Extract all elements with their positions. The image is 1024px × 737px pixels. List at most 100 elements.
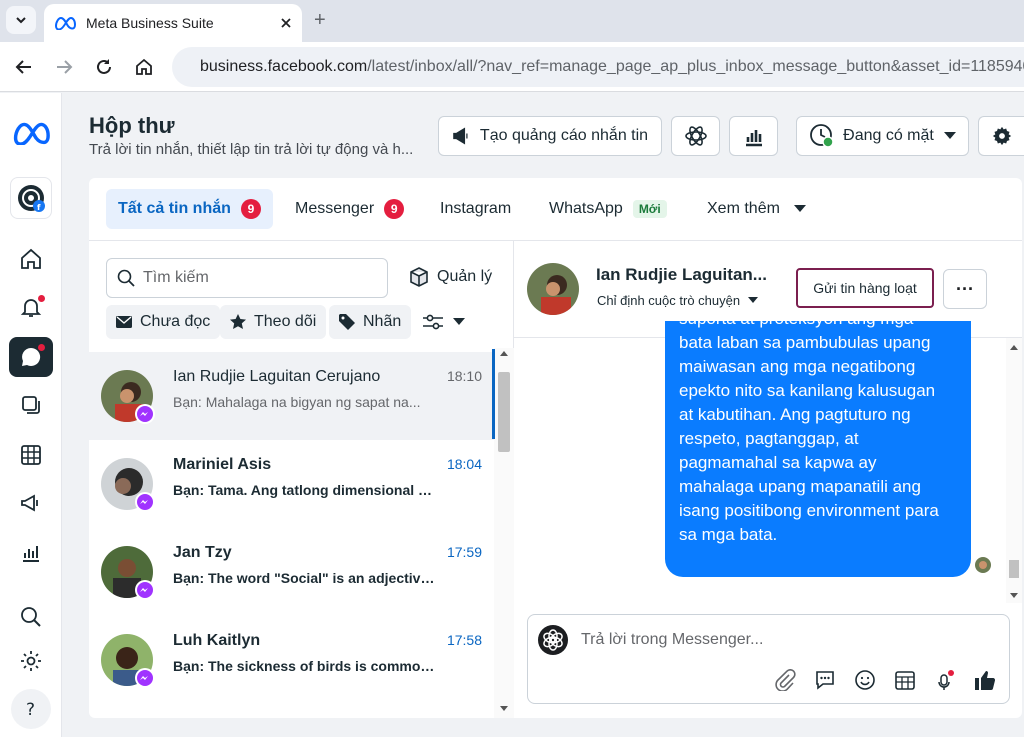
search-input[interactable]: Tìm kiếm bbox=[106, 258, 388, 298]
sliders-icon bbox=[423, 314, 443, 330]
conversation-item[interactable]: Jan Tzy Bạn: The word "Social" is an adj… bbox=[89, 528, 494, 616]
attach-button[interactable] bbox=[773, 668, 797, 692]
messenger-count-badge: 9 bbox=[384, 199, 405, 219]
messenger-badge bbox=[135, 668, 155, 688]
scrollbar-thumb[interactable] bbox=[498, 372, 510, 452]
contact-photo-icon bbox=[975, 557, 991, 573]
manage-button[interactable]: Quản lý bbox=[409, 267, 492, 287]
filter-options-button[interactable] bbox=[413, 305, 475, 339]
home-button[interactable] bbox=[132, 55, 156, 79]
message-line: isang positibong environment para bbox=[679, 501, 939, 520]
meta-logo-icon bbox=[54, 16, 76, 30]
page-subtitle: Trả lời tin nhắn, thiết lập tin trả lời … bbox=[89, 141, 414, 158]
scroll-up-icon[interactable] bbox=[1006, 342, 1022, 352]
forward-button[interactable] bbox=[52, 55, 76, 79]
tab-search-button[interactable] bbox=[6, 6, 36, 34]
avatar[interactable] bbox=[527, 263, 579, 315]
filter-labels[interactable]: Nhãn bbox=[329, 305, 412, 339]
chevron-down-icon bbox=[16, 17, 26, 24]
message-time: 18:10 bbox=[446, 368, 482, 384]
conversation-item[interactable]: Mariniel Asis Bạn: Tama. Ang tatlong dim… bbox=[89, 440, 494, 528]
conversation-list-scrollbar[interactable] bbox=[494, 348, 514, 718]
voice-message-button[interactable] bbox=[933, 668, 957, 692]
chat-contact-name[interactable]: Ian Rudjie Laguitan... bbox=[596, 265, 767, 285]
contact-name: Jan Tzy bbox=[173, 544, 232, 561]
tab-instagram[interactable]: Instagram bbox=[428, 189, 523, 229]
inbox-insights-button[interactable] bbox=[729, 116, 778, 156]
page-title: Hộp thư bbox=[89, 113, 175, 138]
tab-all-messages[interactable]: Tất cả tin nhắn 9 bbox=[106, 189, 273, 229]
availability-status-label: Đang có mặt bbox=[843, 127, 934, 144]
filter-unread[interactable]: Chưa đọc bbox=[106, 305, 221, 339]
reply-composer[interactable]: Trả lời trong Messenger... bbox=[527, 614, 1010, 704]
availability-status-button[interactable]: Đang có mặt bbox=[796, 116, 969, 156]
chat-pane: Ian Rudjie Laguitan... Chỉ định cuộc trò… bbox=[514, 241, 1022, 718]
filter-follow-up[interactable]: Theo dõi bbox=[220, 305, 327, 339]
message-preview: Bạn: The sickness of birds is commonly..… bbox=[173, 658, 438, 674]
nav-planner[interactable] bbox=[9, 435, 53, 475]
nav-content[interactable] bbox=[9, 385, 53, 425]
more-options-button[interactable]: ··· bbox=[943, 269, 987, 309]
scroll-down-icon[interactable] bbox=[1006, 591, 1022, 601]
unread-count-badge: 9 bbox=[240, 199, 261, 219]
nav-search[interactable] bbox=[9, 597, 53, 637]
tab-instagram-label: Instagram bbox=[440, 200, 512, 217]
meta-home-logo[interactable] bbox=[9, 113, 53, 153]
tab-see-more-label: Xem thêm bbox=[707, 200, 780, 217]
ai-assistant-icon[interactable] bbox=[538, 625, 568, 655]
tab-messenger[interactable]: Messenger 9 bbox=[283, 189, 416, 229]
address-bar[interactable]: business.facebook.com/latest/inbox/all/?… bbox=[172, 47, 1024, 87]
gear-icon bbox=[992, 126, 1011, 146]
create-message-ad-button[interactable]: Tạo quảng cáo nhắn tin bbox=[438, 116, 662, 156]
page-avatar-icon: f bbox=[18, 185, 45, 212]
like-button[interactable] bbox=[973, 668, 997, 692]
caret-down-icon bbox=[943, 132, 956, 139]
reply-input[interactable]: Trả lời trong Messenger... bbox=[581, 631, 763, 649]
chat-dots-icon bbox=[816, 671, 834, 690]
bulk-send-button[interactable]: Gửi tin hàng loạt bbox=[796, 268, 934, 308]
tab-messenger-label: Messenger bbox=[295, 200, 375, 217]
conversation-item[interactable]: Ian Rudjie Laguitan Cerujano Bạn: Mahala… bbox=[89, 352, 494, 440]
nav-home[interactable] bbox=[9, 239, 53, 279]
inbox-settings-button[interactable] bbox=[978, 116, 1024, 156]
clock-status-icon bbox=[810, 124, 834, 148]
message-line: sa mga bata. bbox=[679, 525, 778, 544]
chat-scrollbar[interactable] bbox=[1006, 338, 1022, 603]
close-icon[interactable] bbox=[280, 17, 292, 29]
nav-notifications[interactable] bbox=[9, 287, 53, 327]
envelope-icon bbox=[116, 316, 132, 328]
nav-help[interactable]: ? bbox=[11, 689, 51, 729]
reload-button[interactable] bbox=[92, 55, 116, 79]
nav-settings[interactable] bbox=[9, 641, 53, 681]
back-button[interactable] bbox=[12, 55, 36, 79]
contact-name: Luh Kaitlyn bbox=[173, 632, 261, 649]
calendar-grid-icon bbox=[895, 671, 915, 690]
conversation-list-pane: Tìm kiếm Quản lý Chưa đọc Theo dõi Nhãn bbox=[89, 241, 514, 718]
assign-conversation-dropdown[interactable]: Chỉ định cuộc trò chuyện bbox=[597, 293, 759, 308]
conversation-item[interactable]: Luh Kaitlyn Bạn: The sickness of birds i… bbox=[89, 616, 494, 704]
ai-assistant-button[interactable] bbox=[671, 116, 720, 156]
message-preview: Bạn: Mahalaga na bigyan ng sapat na... bbox=[173, 394, 421, 410]
message-time: 17:59 bbox=[446, 544, 482, 560]
new-tab-button[interactable]: + bbox=[314, 10, 326, 30]
nav-ads[interactable] bbox=[9, 483, 53, 523]
browser-tab[interactable]: Meta Business Suite bbox=[44, 4, 302, 42]
emoji-button[interactable] bbox=[853, 668, 877, 692]
saved-replies-button[interactable] bbox=[813, 668, 837, 692]
tab-whatsapp[interactable]: WhatsApp Mới bbox=[537, 189, 679, 229]
page-account-switcher[interactable]: f bbox=[10, 177, 52, 219]
home-icon bbox=[21, 248, 41, 269]
nav-insights[interactable] bbox=[9, 533, 53, 573]
inbox-tabs: Tất cả tin nhắn 9 Messenger 9 Instagram … bbox=[89, 178, 1022, 241]
nav-inbox[interactable] bbox=[9, 337, 53, 377]
scrollbar-thumb[interactable] bbox=[1009, 560, 1019, 578]
reload-icon bbox=[97, 59, 111, 74]
caret-down-icon bbox=[453, 318, 465, 325]
tab-see-more[interactable]: Xem thêm bbox=[695, 189, 818, 229]
scroll-down-icon[interactable] bbox=[494, 704, 514, 714]
message-time: 17:58 bbox=[446, 632, 482, 648]
appointment-button[interactable] bbox=[893, 668, 917, 692]
gear-icon bbox=[21, 651, 41, 671]
scroll-up-icon[interactable] bbox=[494, 348, 514, 358]
message-time: 18:04 bbox=[446, 456, 482, 472]
